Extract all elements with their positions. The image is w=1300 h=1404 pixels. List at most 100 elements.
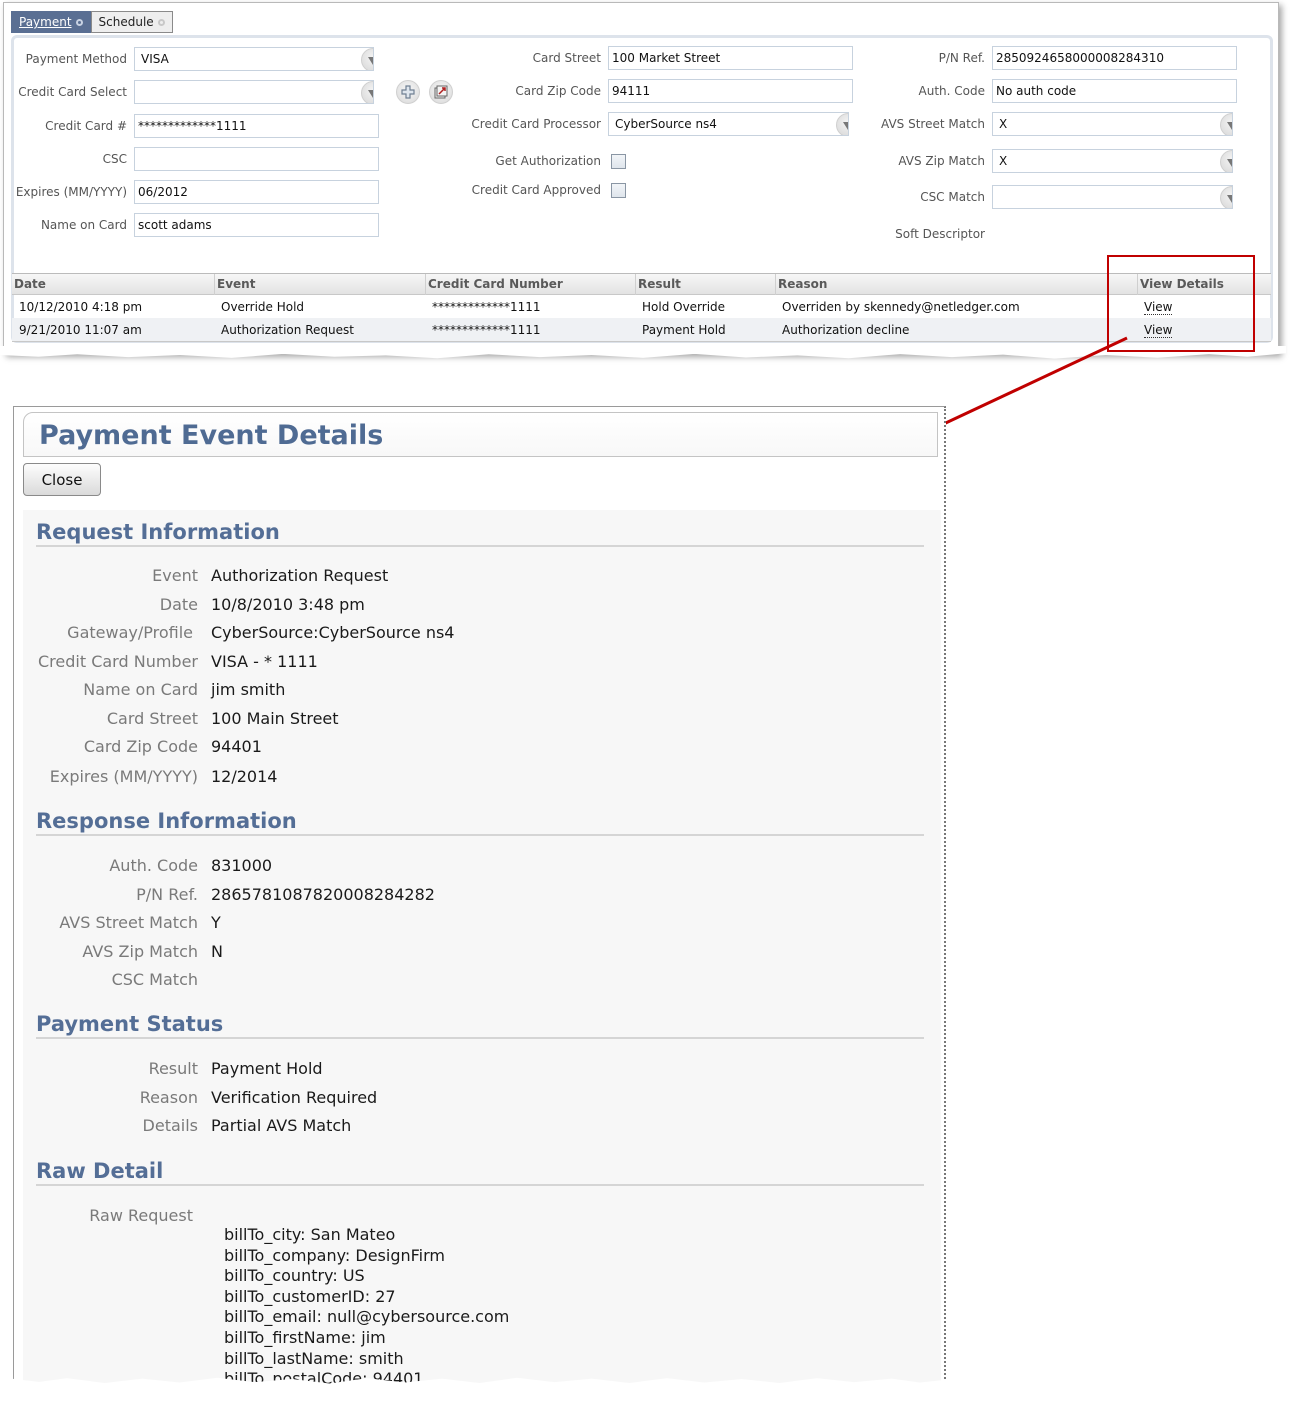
get-authorization-field: Get Authorization — [469, 149, 626, 173]
table-row: 10/12/2010 4:18 pm Override Hold *******… — [12, 295, 1271, 318]
select-value: X — [999, 154, 1008, 168]
detail-value: N — [211, 941, 223, 961]
payment-subtab-panel: Payment Schedule Payment Method VISA Cre… — [0, 2, 1286, 359]
pn-ref-input[interactable]: 2850924658000008284310 — [992, 46, 1237, 70]
detail-value: Partial AVS Match — [211, 1115, 352, 1135]
cell-credit-card: *************1111 — [432, 322, 541, 337]
detail-value: Authorization Request — [211, 565, 389, 585]
detail-row: CSC Match — [23, 967, 211, 991]
payment-method-field: Payment Method VISA — [14, 47, 374, 71]
detail-label: AVS Street Match — [59, 912, 198, 932]
csc-input[interactable] — [134, 147, 379, 171]
soft-descriptor-field: Soft Descriptor — [880, 222, 992, 246]
detail-label: AVS Zip Match — [82, 941, 198, 961]
section-title-status: Payment Status — [36, 1012, 924, 1039]
chevron-down-icon[interactable] — [361, 48, 373, 70]
view-details-link[interactable]: View — [1144, 322, 1173, 338]
cell-result: Hold Override — [642, 299, 726, 314]
detail-label: Expires (MM/YYYY) — [49, 766, 198, 786]
column-header-result[interactable]: Result — [635, 273, 775, 295]
add-card-button[interactable] — [396, 80, 420, 104]
cell-reason: Authorization decline — [782, 322, 910, 337]
detail-label: CSC Match — [111, 969, 198, 989]
avs-street-field: AVS Street Match X — [880, 112, 1233, 136]
card-street-input[interactable]: 100 Market Street — [608, 46, 853, 70]
detail-label: P/N Ref. — [136, 884, 198, 904]
credit-card-number-input[interactable]: *************1111 — [134, 114, 379, 138]
pn-ref-field: P/N Ref. 2850924658000008284310 — [880, 46, 1237, 70]
expires-input[interactable]: 06/2012 — [134, 180, 379, 204]
section-title-raw: Raw Detail — [36, 1159, 924, 1186]
detail-value: 100 Main Street — [211, 708, 339, 728]
detail-value: 831000 — [211, 855, 273, 875]
processor-select[interactable]: CyberSource ns4 — [608, 112, 849, 136]
field-label: Card Street — [532, 51, 601, 65]
field-label: Get Authorization — [495, 154, 601, 168]
card-zip-field: Card Zip Code 94111 — [469, 79, 853, 103]
credit-card-select-field: Credit Card Select — [14, 80, 374, 104]
credit-card-number-field: Credit Card # *************1111 — [14, 114, 379, 138]
modal-body: Request Information Event Authorization R… — [23, 510, 941, 1390]
column-header-date[interactable]: Date — [12, 274, 214, 295]
tab-schedule[interactable]: Schedule — [90, 11, 173, 33]
csc-match-select[interactable] — [992, 185, 1233, 209]
column-header-view-details[interactable]: View Details — [1137, 273, 1271, 295]
cell-result: Payment Hold — [642, 322, 726, 337]
table-row: 9/21/2010 11:07 am Authorization Request… — [12, 318, 1271, 341]
detail-value: 10/8/2010 3:48 pm — [211, 594, 365, 614]
open-card-button[interactable] — [429, 80, 453, 104]
field-label: Credit Card Approved — [471, 183, 601, 197]
cell-view-details: View — [1137, 322, 1271, 338]
credit-card-select[interactable] — [134, 80, 374, 104]
column-header-reason[interactable]: Reason — [775, 273, 1137, 295]
section-title-request: Request Information — [36, 520, 924, 547]
detail-value: VISA - * 1111 — [211, 651, 318, 671]
field-label: Soft Descriptor — [895, 227, 985, 241]
cell-credit-card: *************1111 — [432, 299, 541, 314]
csc-match-field: CSC Match — [880, 185, 1233, 209]
name-on-card-input[interactable]: scott adams — [134, 213, 379, 237]
detail-row: Card Zip Code 94401 — [23, 734, 262, 758]
cc-approved-checkbox[interactable] — [611, 182, 626, 198]
column-header-event[interactable]: Event — [214, 273, 425, 295]
open-external-icon — [434, 85, 448, 99]
card-zip-input[interactable]: 94111 — [608, 79, 853, 103]
subtab-bar: Payment Schedule — [11, 11, 173, 33]
field-label: P/N Ref. — [938, 51, 985, 65]
chevron-down-icon[interactable] — [836, 113, 848, 135]
detail-row: Expires (MM/YYYY) 12/2014 — [23, 764, 278, 788]
detail-label: Name on Card — [83, 679, 198, 699]
view-details-link[interactable]: View — [1144, 299, 1173, 315]
torn-edge — [0, 346, 1286, 359]
card-street-field: Card Street 100 Market Street — [469, 46, 853, 70]
cell-date: 9/21/2010 11:07 am — [19, 322, 142, 337]
auth-code-field: Auth. Code No auth code — [880, 79, 1237, 103]
field-label: Credit Card Select — [18, 85, 127, 99]
detail-value: jim smith — [211, 679, 286, 699]
field-label: AVS Street Match — [881, 117, 985, 131]
auth-code-input[interactable]: No auth code — [992, 79, 1237, 103]
avs-zip-select[interactable]: X — [992, 149, 1233, 173]
chevron-down-icon[interactable] — [1220, 150, 1232, 172]
detail-value: 94401 — [211, 736, 262, 756]
detail-row: Card Street 100 Main Street — [23, 706, 339, 730]
chevron-down-icon[interactable] — [1220, 186, 1232, 208]
select-value: X — [999, 117, 1008, 131]
avs-street-select[interactable]: X — [992, 112, 1233, 136]
cell-event: Authorization Request — [221, 322, 354, 337]
table-body: 10/12/2010 4:18 pm Override Hold *******… — [12, 295, 1271, 342]
detail-label: Date — [159, 594, 198, 614]
chevron-down-icon[interactable] — [1220, 113, 1232, 135]
detail-label: Credit Card Number — [38, 651, 198, 671]
close-button[interactable]: Close — [23, 463, 101, 496]
payment-method-select[interactable]: VISA — [134, 47, 374, 71]
detail-row: Date 10/8/2010 3:48 pm — [23, 592, 365, 616]
select-value: VISA — [141, 52, 169, 66]
tab-payment[interactable]: Payment — [11, 11, 91, 33]
chevron-down-icon[interactable] — [361, 81, 373, 103]
tab-status-icon — [157, 19, 165, 26]
field-label: Payment Method — [25, 52, 127, 66]
column-header-credit-card-number[interactable]: Credit Card Number — [425, 273, 635, 295]
get-authorization-checkbox[interactable] — [611, 153, 626, 169]
detail-value: Payment Hold — [211, 1058, 323, 1078]
